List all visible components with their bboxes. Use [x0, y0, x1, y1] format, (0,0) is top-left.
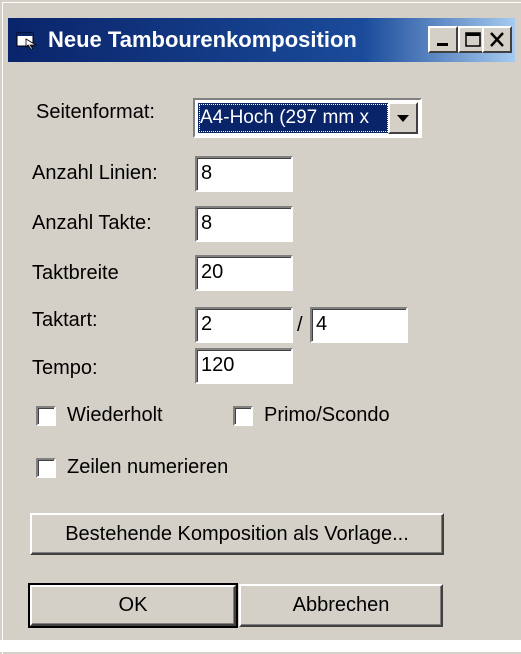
number-lines-checkbox[interactable] — [36, 458, 56, 478]
page-format-select[interactable]: A4-Hoch (297 mm x — [193, 98, 422, 138]
close-button[interactable] — [482, 26, 512, 53]
repeat-label[interactable]: Wiederholt — [67, 403, 163, 427]
lines-input[interactable]: 8 — [195, 156, 293, 192]
ok-button[interactable]: OK — [28, 583, 238, 628]
number-lines-label[interactable]: Zeilen numerieren — [67, 455, 228, 479]
window-title: Neue Tambourenkomposition — [48, 27, 357, 52]
time-signature-denominator-input[interactable]: 4 — [310, 307, 408, 343]
use-template-button[interactable]: Bestehende Komposition als Vorlage... — [30, 513, 444, 555]
close-icon — [490, 32, 504, 47]
bars-label: Anzahl Takte: — [32, 212, 152, 234]
page-format-value: A4-Hoch (297 mm x — [198, 103, 389, 133]
maximize-icon — [465, 32, 481, 47]
repeat-checkbox[interactable] — [36, 406, 56, 426]
bar-width-label: Taktbreite — [32, 262, 119, 284]
bar-width-input[interactable]: 20 — [195, 255, 293, 291]
minimize-icon — [437, 43, 448, 46]
cancel-button[interactable]: Abbrechen — [239, 584, 443, 627]
primo-secondo-label[interactable]: Primo/Scondo — [264, 403, 390, 427]
chevron-down-icon — [397, 115, 409, 122]
page-format-label: Seitenformat: — [36, 101, 155, 123]
tempo-input[interactable]: 120 — [195, 348, 293, 384]
app-window-icon — [16, 31, 38, 50]
time-signature-label: Taktart: — [32, 309, 98, 331]
dialog-window: Neue Tambourenkomposition Seitenformat: … — [0, 0, 521, 654]
lines-label: Anzahl Linien: — [32, 162, 158, 184]
title-bar[interactable]: Neue Tambourenkomposition — [8, 18, 515, 62]
page-format-dropdown-button[interactable] — [388, 102, 418, 134]
time-signature-numerator-input[interactable]: 2 — [195, 307, 293, 343]
primo-secondo-checkbox[interactable] — [233, 406, 253, 426]
minimize-button[interactable] — [428, 26, 458, 53]
time-signature-separator: / — [297, 314, 303, 336]
bars-input[interactable]: 8 — [195, 206, 293, 242]
bottom-edge — [0, 640, 521, 652]
tempo-label: Tempo: — [32, 357, 98, 379]
